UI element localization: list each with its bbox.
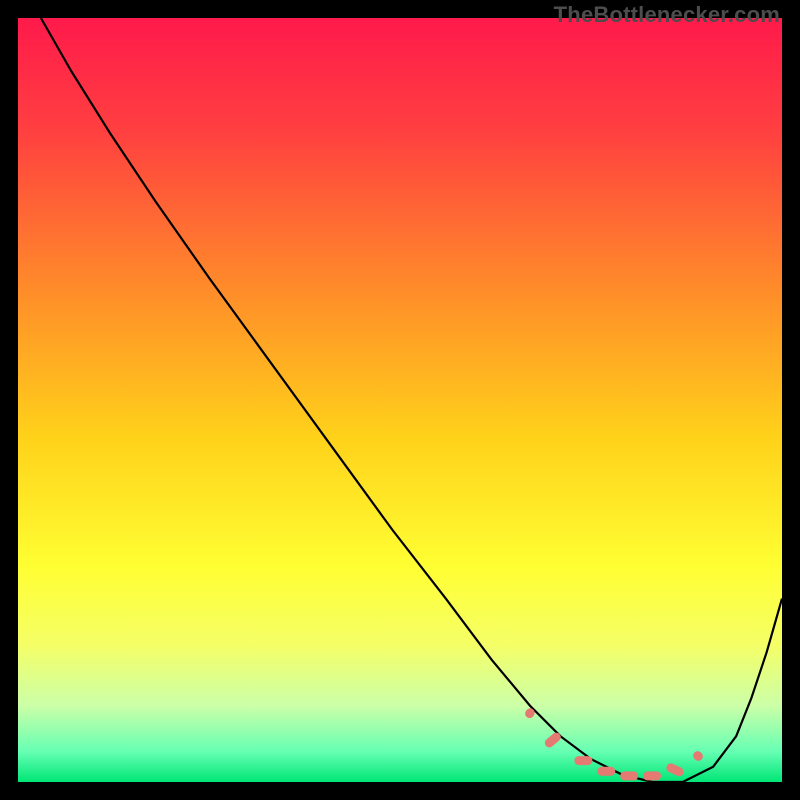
chart-svg (18, 18, 782, 782)
optimal-mark (620, 771, 638, 780)
optimal-mark (643, 771, 661, 780)
watermark-text: TheBottlenecker.com (554, 2, 780, 28)
optimal-mark (574, 756, 592, 765)
gradient-background (18, 18, 782, 782)
chart-frame (18, 18, 782, 782)
optimal-mark (597, 767, 615, 776)
